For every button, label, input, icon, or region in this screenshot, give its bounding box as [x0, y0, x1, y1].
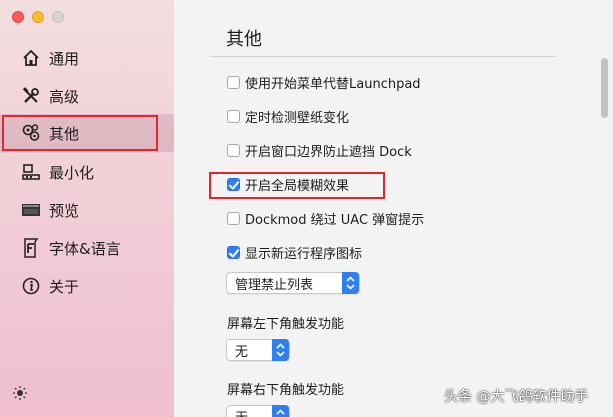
stepper-arrows-icon	[272, 339, 289, 361]
stepper-arrows-icon	[342, 272, 359, 294]
checkbox[interactable]	[227, 245, 240, 259]
select-value: 无	[235, 407, 248, 417]
bottom-left-corner-label: 屏幕左下角触发功能	[227, 317, 345, 332]
sidebar-item-label: 通用	[49, 49, 80, 68]
option-launchpad-start-menu[interactable]: 使用开始菜单代替Launchpad	[227, 73, 421, 92]
option-label: 开启窗口边界防止遮挡 Dock	[245, 144, 412, 160]
checkbox[interactable]	[227, 211, 240, 225]
sidebar-item-label: 字体&语言	[49, 239, 121, 258]
manage-blocklist-label: 管理禁止列表	[235, 277, 314, 293]
font-icon	[21, 238, 41, 258]
preferences-window: 通用 高级 其他 最小化 预览 字体&语言 关于 其他 使用开始菜单代替Laun…	[0, 0, 613, 417]
checkbox[interactable]	[227, 75, 240, 89]
option-label: 显示新运行程序图标	[245, 246, 363, 262]
dock-minimize-icon	[21, 162, 41, 182]
option-window-boundary[interactable]: 开启窗口边界防止遮挡 Dock	[227, 141, 412, 160]
option-label: 使用开始菜单代替Launchpad	[245, 76, 421, 92]
sidebar-item-advanced[interactable]: 高级	[0, 77, 174, 115]
watermark-text: 头条 @大飞鸽软件助手	[444, 389, 589, 405]
annotation-highlight-box	[209, 172, 385, 199]
stepper-arrows-icon	[272, 405, 289, 417]
page-title: 其他	[226, 29, 262, 50]
option-wallpaper-check[interactable]: 定时检测壁纸变化	[227, 107, 350, 126]
option-label: 定时检测壁纸变化	[245, 110, 350, 126]
info-icon	[21, 276, 41, 296]
tools-icon	[21, 86, 41, 106]
sidebar-item-about[interactable]: 关于	[0, 267, 174, 305]
option-show-new-app-icons[interactable]: 显示新运行程序图标	[227, 243, 363, 262]
bottom-left-corner-select[interactable]: 无	[226, 339, 290, 361]
option-label: Dockmod 绕过 UAC 弹窗提示	[245, 212, 425, 228]
sidebar: 通用 高级 其他 最小化 预览 字体&语言 关于	[0, 0, 174, 417]
sidebar-item-label: 预览	[49, 201, 80, 220]
sidebar-item-font-language[interactable]: 字体&语言	[0, 229, 174, 267]
annotation-highlight-box	[2, 115, 158, 151]
sidebar-item-minimize[interactable]: 最小化	[0, 153, 174, 191]
sidebar-item-label: 最小化	[49, 163, 95, 182]
close-window-button[interactable]	[12, 11, 24, 23]
option-bypass-uac[interactable]: Dockmod 绕过 UAC 弹窗提示	[227, 209, 425, 228]
sidebar-item-label: 高级	[49, 87, 80, 106]
sun-icon[interactable]	[12, 385, 28, 401]
sidebar-item-preview[interactable]: 预览	[0, 191, 174, 229]
minimize-window-button[interactable]	[32, 11, 44, 23]
sidebar-item-label: 关于	[49, 277, 80, 296]
zoom-window-button[interactable]	[52, 11, 64, 23]
divider	[210, 56, 556, 57]
sidebar-item-general[interactable]: 通用	[0, 39, 174, 77]
bottom-right-corner-select[interactable]: 无	[226, 405, 290, 417]
manage-blocklist-button[interactable]: 管理禁止列表	[226, 272, 360, 294]
preview-icon	[21, 200, 41, 220]
settings-panel: 其他 使用开始菜单代替Launchpad 定时检测壁纸变化 开启窗口边界防止遮挡…	[174, 0, 613, 417]
checkbox[interactable]	[227, 143, 240, 157]
checkbox[interactable]	[227, 109, 240, 123]
select-value: 无	[235, 344, 249, 360]
bottom-right-corner-label: 屏幕右下角触发功能	[227, 383, 345, 398]
scrollbar[interactable]	[601, 58, 608, 118]
house-icon	[21, 48, 41, 68]
